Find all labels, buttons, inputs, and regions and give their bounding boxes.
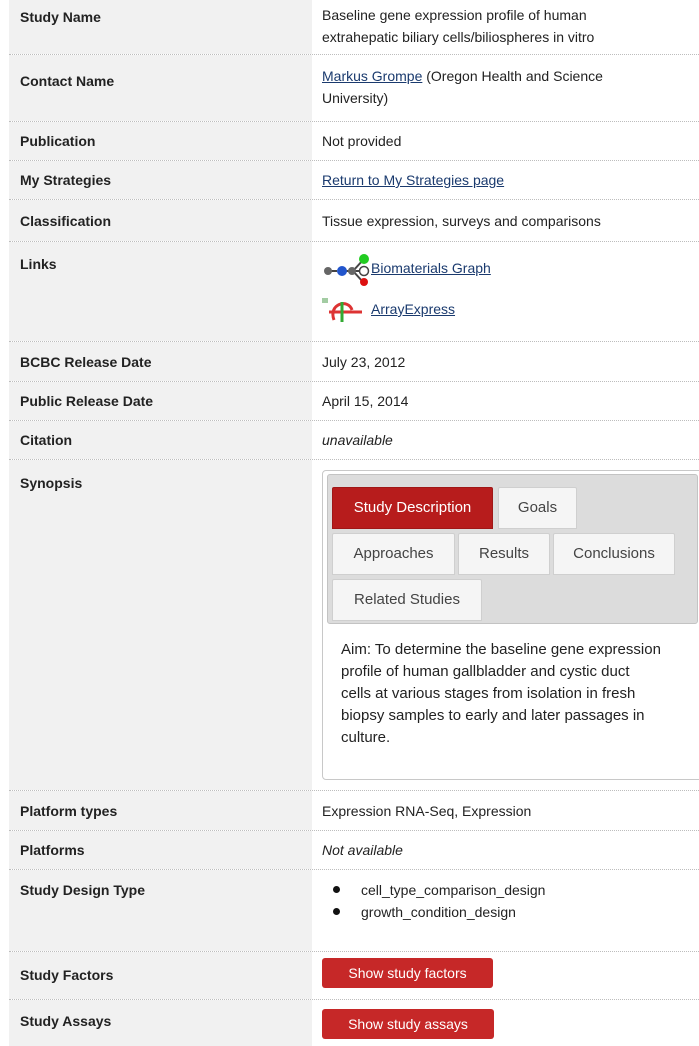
row-study-factors: Study Factors Show study factors — [9, 952, 699, 1000]
label-contact-name: Contact Name — [20, 73, 115, 89]
row-study-name: Study Name Baseline gene expression prof… — [9, 0, 699, 55]
row-bcbc-release: BCBC Release Date July 23, 2012 — [9, 342, 699, 382]
biomaterials-graph-icon — [324, 254, 370, 286]
label-platforms: Platforms — [20, 842, 85, 858]
bcbc-release-value: July 23, 2012 — [322, 354, 406, 370]
row-links: Links Biomaterials Graph ArrayExpress — [9, 242, 699, 342]
row-public-release: Public Release Date April 15, 2014 — [9, 382, 699, 421]
tab-conclusions[interactable]: Conclusions — [553, 533, 675, 575]
label-design-type: Study Design Type — [20, 882, 145, 898]
label-public-release: Public Release Date — [20, 393, 154, 409]
design-type-item: cell_type_comparison_design — [361, 882, 546, 898]
label-citation: Citation — [20, 432, 73, 448]
biomaterials-graph-link[interactable]: Biomaterials Graph — [371, 258, 491, 278]
show-study-factors-button[interactable]: Show study factors — [322, 958, 493, 988]
classification-value: Tissue expression, surveys and compariso… — [322, 213, 601, 229]
label-bcbc-release: BCBC Release Date — [20, 354, 152, 370]
row-synopsis: Synopsis Study Description Goals Approac… — [9, 460, 699, 791]
design-type-item: growth_condition_design — [361, 904, 516, 920]
label-study-assays: Study Assays — [20, 1013, 112, 1029]
row-publication: Publication Not provided — [9, 122, 699, 161]
biomaterials-link-item[interactable]: Biomaterials Graph — [322, 250, 522, 286]
label-platform-types: Platform types — [20, 803, 118, 819]
row-citation: Citation unavailable — [9, 421, 699, 460]
row-my-strategies: My Strategies Return to My Strategies pa… — [9, 161, 699, 200]
bullet-icon — [333, 886, 340, 893]
label-cell: Study Name — [9, 0, 312, 54]
label-synopsis: Synopsis — [20, 475, 83, 491]
arrayexpress-link[interactable]: ArrayExpress — [371, 299, 455, 319]
synopsis-description: Aim: To determine the baseline gene expr… — [341, 641, 661, 746]
row-classification: Classification Tissue expression, survey… — [9, 200, 699, 242]
platforms-value: Not available — [322, 842, 403, 858]
study-name-value: Baseline gene expression profile of huma… — [322, 7, 595, 45]
tab-results[interactable]: Results — [458, 533, 550, 575]
tab-goals[interactable]: Goals — [498, 487, 577, 529]
citation-value: unavailable — [322, 432, 393, 448]
tab-related-studies[interactable]: Related Studies — [332, 579, 482, 621]
tab-study-description[interactable]: Study Description — [332, 487, 493, 529]
row-study-assays: Study Assays Show study assays — [9, 1000, 699, 1046]
label-my-strategies: My Strategies — [20, 172, 112, 188]
row-platform-types: Platform types Expression RNA-Seq, Expre… — [9, 791, 699, 831]
arrayexpress-link-item[interactable]: ArrayExpress — [322, 296, 522, 326]
row-platforms: Platforms Not available — [9, 831, 699, 870]
row-contact-name: Contact Name Markus Grompe (Oregon Healt… — [9, 55, 699, 122]
synopsis-tab-bar: Study Description Goals Approaches Resul… — [327, 474, 698, 624]
row-design-type: Study Design Type cell_type_comparison_d… — [9, 870, 699, 952]
bullet-icon — [333, 908, 340, 915]
tab-approaches[interactable]: Approaches — [332, 533, 455, 575]
arrayexpress-icon — [322, 298, 362, 322]
contact-link[interactable]: Markus Grompe — [322, 68, 422, 84]
value-cell: Baseline gene expression profile of huma… — [322, 0, 699, 54]
label-publication: Publication — [20, 133, 96, 149]
label-links: Links — [20, 256, 57, 272]
label-classification: Classification — [20, 213, 112, 229]
synopsis-tab-panel: Study Description Goals Approaches Resul… — [322, 470, 699, 780]
label-study-name: Study Name — [20, 9, 101, 25]
public-release-value: April 15, 2014 — [322, 393, 409, 409]
my-strategies-link[interactable]: Return to My Strategies page — [322, 172, 504, 188]
publication-value: Not provided — [322, 133, 402, 149]
label-study-factors: Study Factors — [20, 967, 114, 983]
platform-types-value: Expression RNA-Seq, Expression — [322, 803, 532, 819]
show-study-assays-button[interactable]: Show study assays — [322, 1009, 494, 1039]
